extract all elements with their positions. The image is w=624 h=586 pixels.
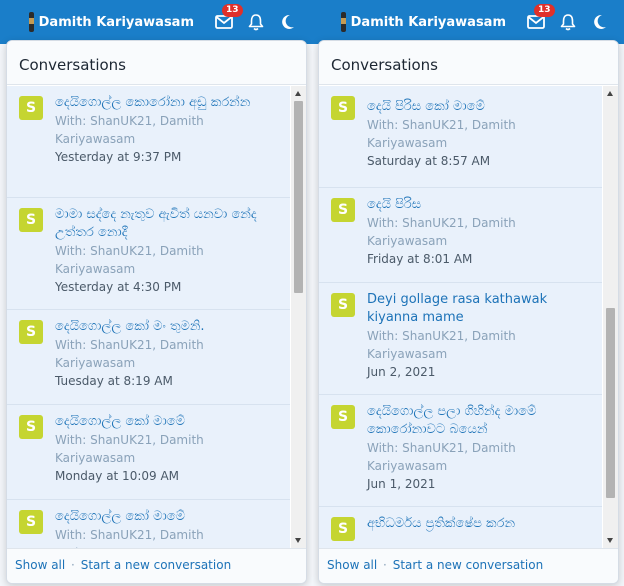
conversation-item[interactable]: S දෙයි පිරිස With: ShanUK21, Damith Kari… <box>319 188 602 283</box>
participants: With: ShanUK21, Damith Kariyawasam <box>367 118 516 150</box>
participants: With: ShanUK21, Damith Kariyawasam <box>55 114 204 146</box>
conversation-list[interactable]: S දෙයිගොල්ල කොරෝනා අඩු කරන්න With: ShanU… <box>7 86 290 548</box>
inbox-button[interactable]: 13 <box>214 4 243 32</box>
avatar: S <box>19 510 43 534</box>
avatar: S <box>331 96 355 120</box>
scroll-thumb[interactable] <box>606 308 615 498</box>
participants: With: ShanUK21, Damith Kariyawasam <box>367 441 516 473</box>
user-avatar <box>340 12 346 32</box>
conversation-title[interactable]: දෙයිගොල්ල පලා ගිහින්ද මාමේ කොරෝනාවට බයෙන… <box>367 403 594 439</box>
theme-toggle[interactable] <box>590 12 610 32</box>
participants: With: ShanUK21, Damith Kariyawasam <box>55 433 204 465</box>
left-view: Damith Kariyawasam 13 Conversations S දෙ… <box>0 0 312 586</box>
user-menu[interactable]: Damith Kariyawasam <box>28 12 194 32</box>
timestamp: Saturday at 8:57 AM <box>367 154 491 168</box>
conversations-popup: Conversations S දෙයිගොල්ල කොරෝනා අඩු කරන… <box>6 40 307 584</box>
scroll-down-icon[interactable] <box>295 538 301 543</box>
user-name: Damith Kariyawasam <box>38 14 194 30</box>
conversations-popup: Conversations S දෙයි පිරිස කෝ මාමේ With:… <box>318 40 619 584</box>
conversation-item[interactable]: S Deyi gollage rasa kathawak kiyanna mam… <box>319 283 602 395</box>
user-name: Damith Kariyawasam <box>350 14 506 30</box>
conversation-item[interactable]: S දෙයිගොල්ල කෝ මාමේ With: ShanUK21, Dami… <box>7 405 290 500</box>
top-navbar: Damith Kariyawasam 13 <box>312 0 624 44</box>
show-all-link[interactable]: Show all <box>15 558 65 572</box>
footer-separator: · <box>383 558 387 572</box>
message-count-badge: 13 <box>534 4 555 17</box>
avatar: S <box>331 405 355 429</box>
alerts-button[interactable] <box>558 12 578 32</box>
envelope-icon <box>527 15 545 29</box>
user-avatar <box>28 12 34 32</box>
scroll-up-icon[interactable] <box>295 91 301 96</box>
theme-toggle[interactable] <box>278 12 298 32</box>
conversation-title[interactable]: අභිධර්මය ප්‍රතික්ෂේප කරන <box>367 515 594 533</box>
popup-footer: Show all · Start a new conversation <box>319 548 618 583</box>
conversation-item[interactable]: S දෙයිගොල්ල කොරෝනා අඩු කරන්න With: ShanU… <box>7 86 290 198</box>
show-all-link[interactable]: Show all <box>327 558 377 572</box>
timestamp: Yesterday at 4:30 PM <box>55 280 182 294</box>
user-menu[interactable]: Damith Kariyawasam <box>340 12 506 32</box>
right-view: Damith Kariyawasam 13 Conversations S දෙ… <box>312 0 624 586</box>
start-conversation-link[interactable]: Start a new conversation <box>393 558 543 572</box>
conversation-title[interactable]: දෙයිගොල්ල කෝ මං තුමනි. <box>55 318 282 336</box>
conversation-title[interactable]: දෙයිගොල්ල කෝ මාමේ <box>55 413 282 431</box>
message-count-badge: 13 <box>222 4 243 17</box>
popup-title: Conversations <box>319 41 618 85</box>
avatar: S <box>331 198 355 222</box>
list-scrollbar[interactable] <box>291 86 306 548</box>
conversation-item[interactable]: S දෙයිගොල්ල කෝ මං තුමනි. With: ShanUK21,… <box>7 310 290 405</box>
conversation-title[interactable]: මාමා සද්දෙ නැතුව ඇවිත් යනවා නේද උත්තර නො… <box>55 206 282 242</box>
timestamp: Jun 2, 2021 <box>367 365 436 379</box>
avatar: S <box>19 208 43 232</box>
conversation-item[interactable]: S අභිධර්මය ප්‍රතික්ෂේප කරන <box>319 507 602 548</box>
moon-icon <box>594 14 606 29</box>
top-navbar: Damith Kariyawasam 13 <box>0 0 312 44</box>
participants: With: ShanUK21, Damith Kariyawasam <box>367 329 516 361</box>
conversation-title[interactable]: දෙයි පිරිස කෝ මාමේ <box>367 98 594 116</box>
bell-icon <box>248 14 264 31</box>
scroll-up-icon[interactable] <box>607 91 613 96</box>
moon-icon <box>282 14 294 29</box>
conversation-item[interactable]: S දෙයි පිරිස කෝ මාමේ With: ShanUK21, Dam… <box>319 86 602 188</box>
popup-title: Conversations <box>7 41 306 85</box>
conversation-title[interactable]: Deyi gollage rasa kathawak kiyanna mame <box>367 291 594 327</box>
conversation-title[interactable]: දෙයිගොල්ල කෝ මාමේ <box>55 508 282 526</box>
participants: With: ShanUK21, Damith Kariyawasam <box>367 216 516 248</box>
inbox-button[interactable]: 13 <box>526 4 555 32</box>
list-scrollbar[interactable] <box>603 86 618 548</box>
participants: With: ShanUK21, Damith Kariyawasam <box>55 528 204 548</box>
avatar: S <box>331 293 355 317</box>
conversation-item[interactable]: S දෙයිගොල්ල කෝ මාමේ With: ShanUK21, Dami… <box>7 500 290 548</box>
footer-separator: · <box>71 558 75 572</box>
participants: With: ShanUK21, Damith Kariyawasam <box>55 244 204 276</box>
start-conversation-link[interactable]: Start a new conversation <box>81 558 231 572</box>
avatar: S <box>331 517 355 541</box>
conversation-item[interactable]: S මාමා සද්දෙ නැතුව ඇවිත් යනවා නේද උත්තර … <box>7 198 290 310</box>
conversation-title[interactable]: දෙයිගොල්ල කොරෝනා අඩු කරන්න <box>55 94 282 112</box>
avatar: S <box>19 320 43 344</box>
timestamp: Monday at 10:09 AM <box>55 469 180 483</box>
conversation-title[interactable]: දෙයි පිරිස <box>367 196 594 214</box>
avatar: S <box>19 96 43 120</box>
avatar: S <box>19 415 43 439</box>
timestamp: Yesterday at 9:37 PM <box>55 150 182 164</box>
alerts-button[interactable] <box>246 12 266 32</box>
scroll-down-icon[interactable] <box>607 538 613 543</box>
participants: With: ShanUK21, Damith Kariyawasam <box>55 338 204 370</box>
scroll-thumb[interactable] <box>294 101 303 293</box>
conversation-list[interactable]: S දෙයි පිරිස කෝ මාමේ With: ShanUK21, Dam… <box>319 86 602 548</box>
timestamp: Jun 1, 2021 <box>367 477 436 491</box>
timestamp: Tuesday at 8:19 AM <box>55 374 173 388</box>
conversation-item[interactable]: S දෙයිගොල්ල පලා ගිහින්ද මාමේ කොරෝනාවට බය… <box>319 395 602 507</box>
envelope-icon <box>215 15 233 29</box>
bell-icon <box>560 14 576 31</box>
timestamp: Friday at 8:01 AM <box>367 252 473 266</box>
popup-footer: Show all · Start a new conversation <box>7 548 306 583</box>
